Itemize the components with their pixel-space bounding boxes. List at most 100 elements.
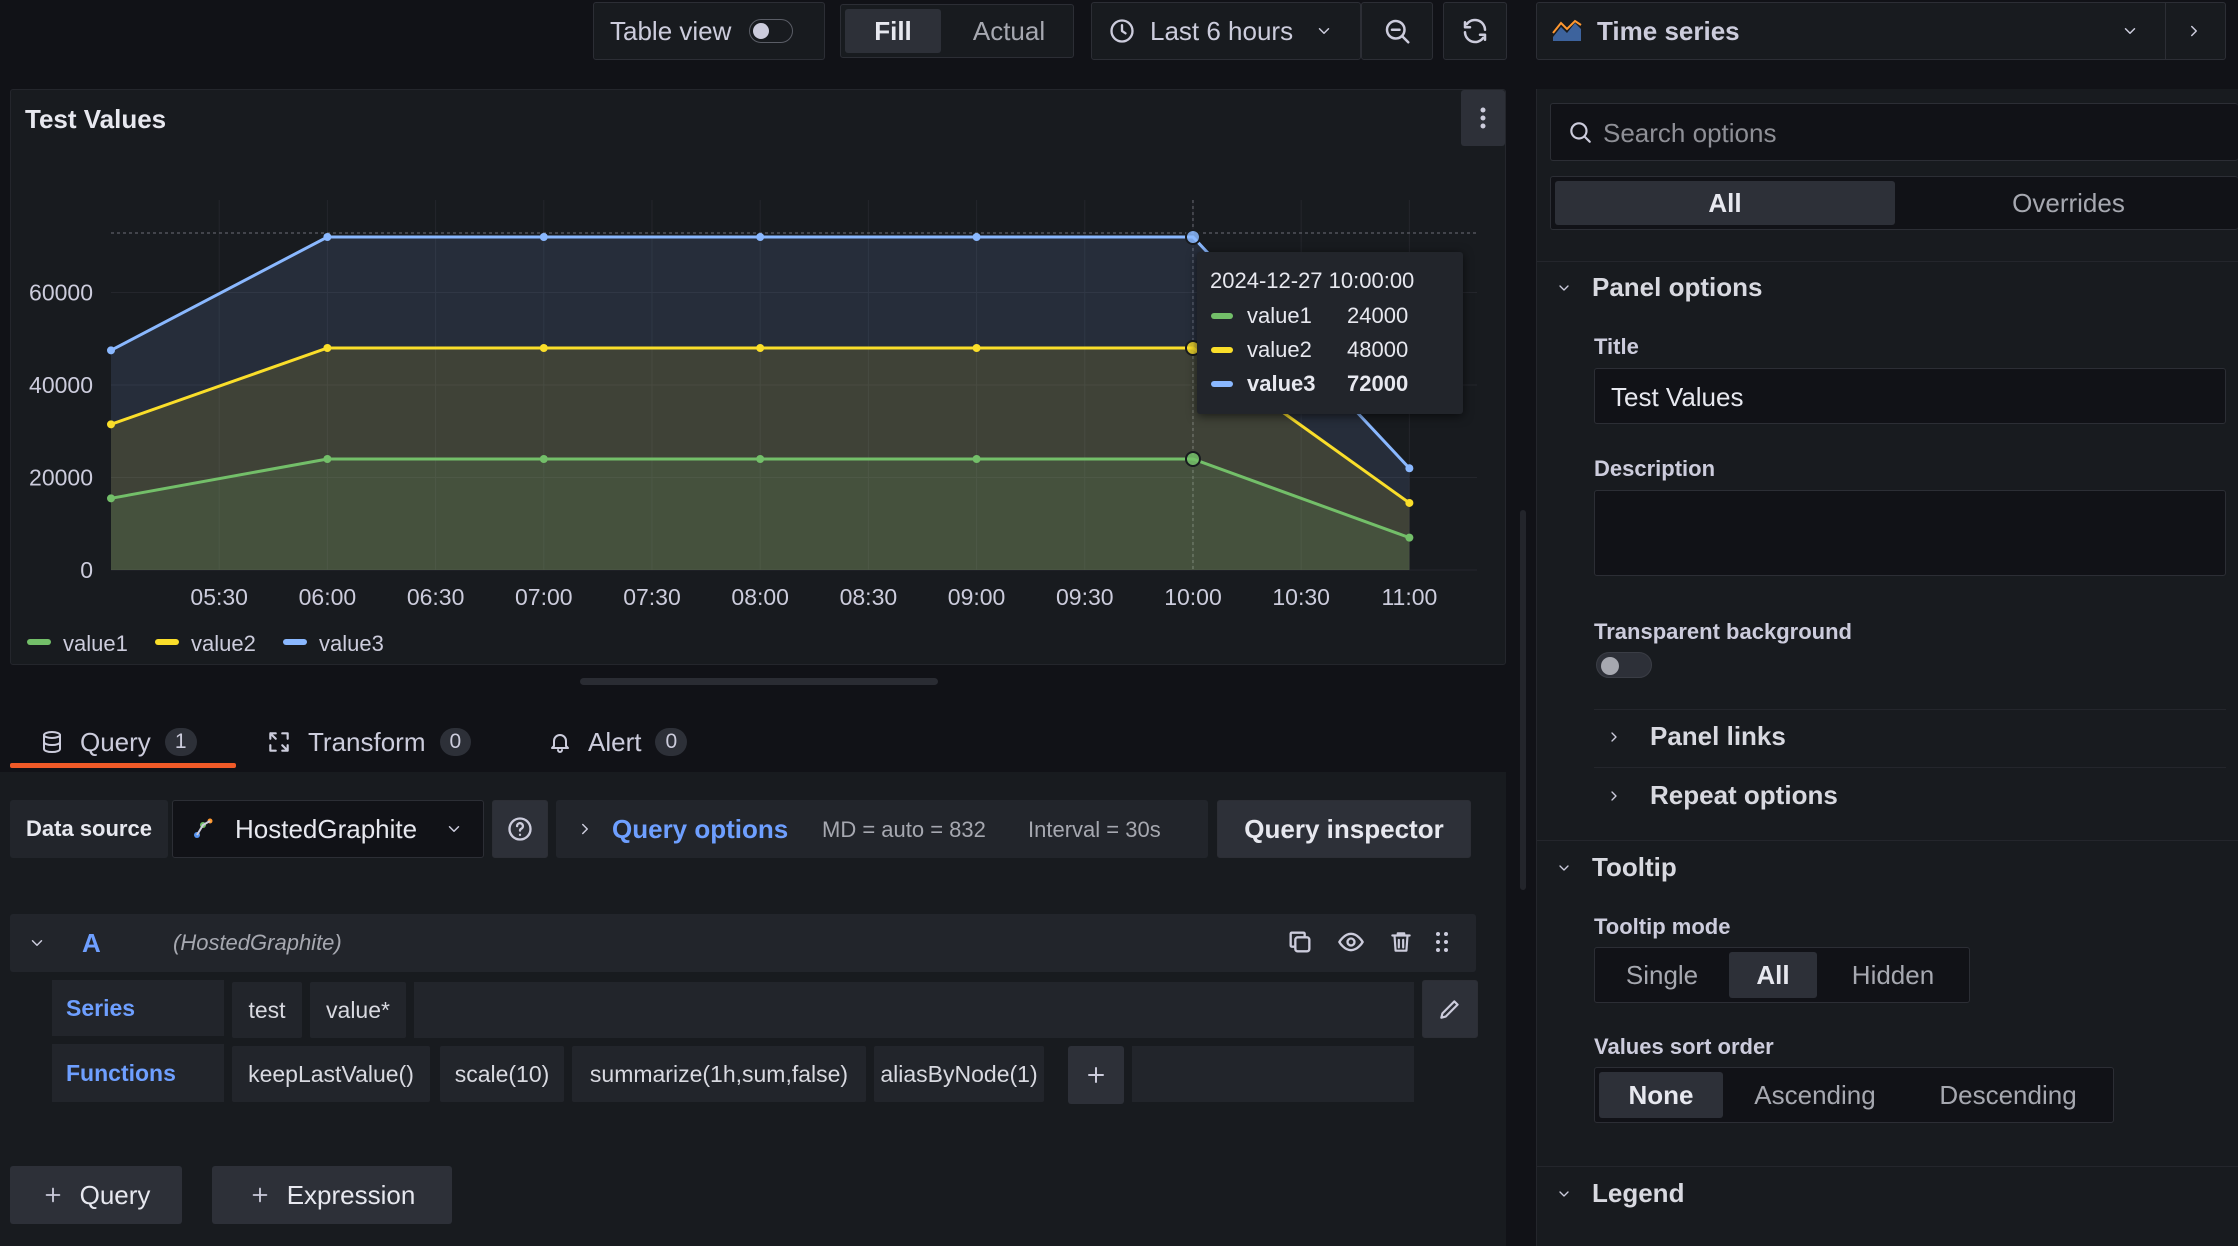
alert-count-badge: 0 [655,728,688,756]
visualization-picker[interactable]: Time series [1536,2,2226,60]
data-source-label: Data source [10,800,168,858]
chevron-right-icon[interactable] [2185,22,2203,40]
interval-text: Interval = 30s [1028,817,1161,842]
edit-query-text-button[interactable] [1422,980,1478,1038]
description-label: Description [1594,456,1716,481]
series-segment-value[interactable]: value* [310,982,406,1038]
add-query-button[interactable]: Query [10,1166,182,1224]
editor-scrollbar[interactable] [1520,510,1526,890]
add-expression-button[interactable]: Expression [212,1166,452,1224]
panel-options-section[interactable]: Panel options [1556,272,1762,303]
x-tick-label: 08:30 [840,584,898,610]
query-inspector-button[interactable]: Query inspector [1217,800,1471,858]
sort-ascending[interactable]: Ascending [1727,1068,1903,1122]
x-tick-label: 05:30 [190,584,248,610]
panel-links-section[interactable]: Panel links [1606,721,1786,752]
collapse-chevron-icon[interactable] [28,934,46,952]
add-query-label: Query [79,1179,151,1210]
tooltip-mode-hidden[interactable]: Hidden [1817,948,1969,1002]
fill-button[interactable]: Fill [845,9,941,53]
tooltip-mode-single[interactable]: Single [1595,948,1729,1002]
chevron-down-icon [1556,1186,1572,1202]
function-keep-last-value[interactable]: keepLastValue() [232,1046,430,1102]
data-point [1405,464,1414,473]
data-point [972,455,981,463]
search-options-input[interactable]: Search options [1550,103,2238,161]
tooltip-mode-label: Tooltip mode [1594,914,1731,939]
query-count-badge: 1 [164,728,197,756]
legend-swatch-value2 [155,639,179,645]
search-icon [1567,119,1593,145]
tooltip-swatch [1211,313,1233,319]
x-tick-label: 10:00 [1164,584,1222,610]
transparent-background-label: Transparent background [1594,619,1852,644]
table-view-toggle-group: Table view [593,2,825,60]
tooltip-series-name: value1 [1247,303,1312,328]
function-summarize[interactable]: summarize(1h,sum,false) [572,1046,866,1102]
help-circle-icon [506,815,534,843]
graphite-logo-icon [189,815,217,843]
data-point [539,233,548,241]
time-range-picker[interactable]: Last 6 hours [1091,2,1361,60]
title-label: Title [1594,334,1639,359]
description-textarea[interactable] [1594,490,2226,576]
sort-descending[interactable]: Descending [1903,1068,2113,1122]
repeat-options-section[interactable]: Repeat options [1606,780,1838,811]
sort-none[interactable]: None [1599,1072,1723,1118]
query-options-label: Query options [612,814,789,844]
tab-alert[interactable]: Alert 0 [548,712,688,772]
tooltip-section[interactable]: Tooltip [1556,852,1677,883]
x-tick-label: 06:00 [299,584,357,610]
series-segment-test[interactable]: test [232,982,302,1038]
data-point [756,344,765,352]
chevron-right-icon [1606,788,1622,804]
tooltip-mode-all[interactable]: All [1729,952,1817,998]
table-view-switch[interactable] [749,19,794,43]
tooltip-series-value: 72000 [1347,371,1409,396]
plus-icon [1084,1063,1108,1087]
data-source-picker[interactable]: HostedGraphite [172,800,484,858]
title-input[interactable]: Test Values [1594,368,2226,424]
data-point [972,233,981,241]
transparent-background-switch[interactable] [1596,652,1652,678]
functions-empty-segment[interactable] [1132,1046,1414,1102]
series-empty-segment[interactable] [414,982,1414,1038]
data-point [539,344,548,352]
legend-label-value2: value2 [191,631,256,656]
options-filter-tabs: All Overrides [1550,176,2238,230]
data-point [1184,451,1201,467]
chevron-right-icon [576,820,594,838]
tooltip-series-name: value3 [1247,371,1316,396]
x-tick-label: 09:00 [948,584,1006,610]
function-alias-by-node[interactable]: aliasByNode(1) [874,1046,1044,1102]
table-view-label: Table view [610,15,732,46]
tab-transform[interactable]: Transform 0 [266,712,472,772]
query-options-row[interactable]: Query options MD = auto = 832 Interval =… [556,800,1208,858]
options-tab-all[interactable]: All [1555,181,1895,225]
add-function-button[interactable] [1068,1046,1124,1104]
refresh-button[interactable] [1443,2,1507,60]
duplicate-query-icon[interactable] [1286,928,1314,956]
hide-query-eye-icon[interactable] [1336,928,1366,956]
function-scale[interactable]: scale(10) [440,1046,564,1102]
chevron-right-icon [1606,729,1622,745]
data-point [539,455,548,463]
actual-button[interactable]: Actual [945,5,1073,57]
y-tick-label: 40000 [29,372,93,398]
drag-handle-icon[interactable] [1434,930,1450,954]
x-tick-label: 07:30 [623,584,681,610]
legend-swatch-value3 [283,639,307,645]
panel-resize-handle[interactable] [580,678,938,685]
panel: Test Values 0 20000 40000 60000 05:30 06:00 06… [10,89,1506,665]
data-point [756,233,765,241]
options-tab-overrides[interactable]: Overrides [1899,177,2238,229]
search-options-placeholder: Search options [1603,118,1777,148]
delete-query-trash-icon[interactable] [1388,928,1414,956]
legend-label-value1: value1 [63,631,128,656]
x-tick-label: 06:30 [407,584,465,610]
zoom-out-button[interactable] [1361,2,1433,60]
fill-actual-switch: Fill Actual [840,4,1074,58]
data-source-help-button[interactable] [492,800,548,858]
legend-section[interactable]: Legend [1556,1178,1684,1209]
query-ref-id[interactable]: A [82,928,101,959]
